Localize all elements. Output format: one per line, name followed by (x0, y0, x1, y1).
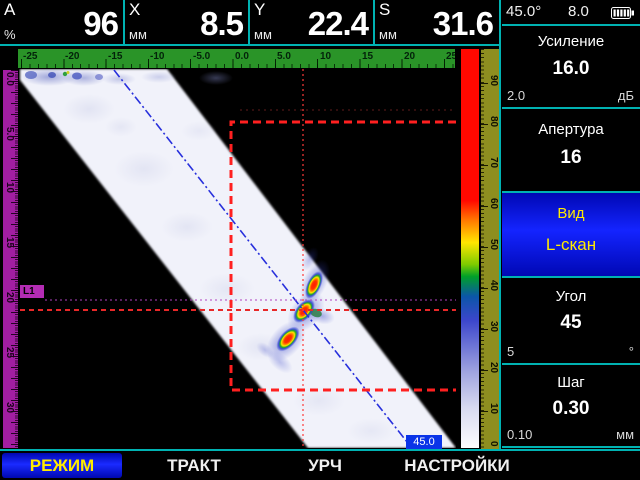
amp-ruler-label: 0 (488, 441, 499, 447)
measurement-box-y: Y мм 22.4 (250, 0, 373, 44)
param-title: Усиление (502, 33, 640, 50)
l-scan-image (19, 69, 456, 448)
param-title: Шаг (502, 374, 640, 391)
h-ruler-label: 10 (320, 51, 331, 62)
measurement-unit: % (4, 27, 16, 42)
amp-ruler-label: 50 (488, 239, 499, 250)
v-ruler-label: 20 (4, 292, 15, 303)
v-ruler-label: 25 (4, 347, 15, 358)
menu-item-urch[interactable]: УРЧ (275, 453, 375, 478)
amp-ruler-label: 80 (488, 116, 499, 127)
amplitude-ruler: 90 80 70 60 50 40 30 20 10 0 (481, 49, 499, 452)
measurement-unit: мм (254, 27, 272, 42)
v-ruler-label: 15 (4, 237, 15, 248)
v-ruler-label: 10 (4, 182, 15, 193)
param-view[interactable]: Вид L-скан (502, 193, 640, 278)
h-ruler-label: -25 (23, 51, 37, 62)
horizontal-ruler: -25 -20 -15 -10 -5.0 0.0 5.0 10 15 20 25 (18, 49, 455, 68)
param-min: 0.10 (507, 427, 532, 442)
param-title: Угол (502, 288, 640, 305)
h-ruler-label: 15 (362, 51, 373, 62)
v-ruler-label: 0.0 (4, 72, 15, 86)
h-ruler-label: 5.0 (277, 51, 291, 62)
measurement-value: 8.5 (200, 5, 243, 43)
measurement-value: 22.4 (308, 5, 368, 43)
probe-aux-readout: 8.0 (568, 3, 589, 20)
amp-ruler-label: 90 (488, 75, 499, 86)
measurement-label: Y (254, 0, 265, 20)
amp-ruler-label: 30 (488, 321, 499, 332)
divider (123, 0, 125, 44)
beam-angle-label: 45.0 (406, 435, 442, 449)
probe-info: 45.0° 8.0 (502, 0, 640, 24)
divider (499, 0, 501, 451)
h-ruler-label: 20 (404, 51, 415, 62)
param-value: 16.0 (502, 58, 640, 80)
measurement-label: S (379, 0, 390, 20)
h-ruler-label: -20 (65, 51, 79, 62)
measurement-label: X (129, 0, 140, 20)
amp-ruler-label: 40 (488, 280, 499, 291)
param-value: 0.30 (502, 398, 640, 420)
h-ruler-label: 25 (446, 51, 455, 62)
probe-angle-readout: 45.0° (506, 3, 541, 20)
measurement-box-amplitude: A % 96 (0, 0, 123, 44)
param-min: 5 (507, 344, 514, 359)
v-ruler-label: 30 (4, 402, 15, 413)
measurement-label: A (4, 0, 15, 20)
param-value: 16 (502, 147, 640, 169)
divider (248, 0, 250, 44)
amp-ruler-label: 10 (488, 403, 499, 414)
param-angle[interactable]: Угол 45 5 ° (502, 278, 640, 365)
h-ruler-label: -15 (108, 51, 122, 62)
h-ruler-label: 0.0 (235, 51, 249, 62)
measurement-box-s: S мм 31.6 (375, 0, 498, 44)
divider (373, 0, 375, 44)
divider (0, 44, 500, 46)
menu-item-settings[interactable]: НАСТРОЙКИ (396, 453, 518, 478)
param-unit: мм (616, 427, 634, 442)
param-title: Вид (502, 205, 640, 222)
param-value: L-скан (502, 235, 640, 255)
bottom-menu: РЕЖИМ ТРАКТ УРЧ НАСТРОЙКИ (0, 451, 640, 480)
measurement-value: 31.6 (433, 5, 493, 43)
menu-item-tract[interactable]: ТРАКТ (144, 453, 244, 478)
measurement-unit: мм (129, 27, 147, 42)
amp-ruler-label: 20 (488, 362, 499, 373)
amp-ruler-label: 70 (488, 157, 499, 168)
h-ruler-label: -5.0 (193, 51, 210, 62)
flaw-detector-screen: A % 96 X мм 8.5 Y мм 22.4 S мм 31.6 45.0… (0, 0, 640, 480)
param-title: Апертура (502, 121, 640, 138)
battery-icon (611, 6, 635, 23)
param-value: 45 (502, 312, 640, 334)
amplitude-colorbar (461, 49, 479, 448)
param-gain[interactable]: Усиление 16.0 2.0 дБ (502, 26, 640, 109)
gate-marker: L1 (20, 285, 44, 298)
h-ruler-label: -10 (150, 51, 164, 62)
amp-ruler-label: 60 (488, 198, 499, 209)
measurement-unit: мм (379, 27, 397, 42)
param-unit: дБ (618, 88, 634, 103)
param-aperture[interactable]: Апертура 16 (502, 109, 640, 193)
menu-item-mode[interactable]: РЕЖИМ (2, 453, 122, 478)
param-step[interactable]: Шаг 0.30 0.10 мм (502, 365, 640, 448)
measurement-value: 96 (83, 5, 118, 43)
param-unit: ° (629, 344, 634, 359)
vertical-ruler: 0.0 5.0 10 15 20 25 30 (3, 70, 18, 448)
param-min: 2.0 (507, 88, 525, 103)
measurement-box-x: X мм 8.5 (125, 0, 248, 44)
v-ruler-label: 5.0 (4, 127, 15, 141)
